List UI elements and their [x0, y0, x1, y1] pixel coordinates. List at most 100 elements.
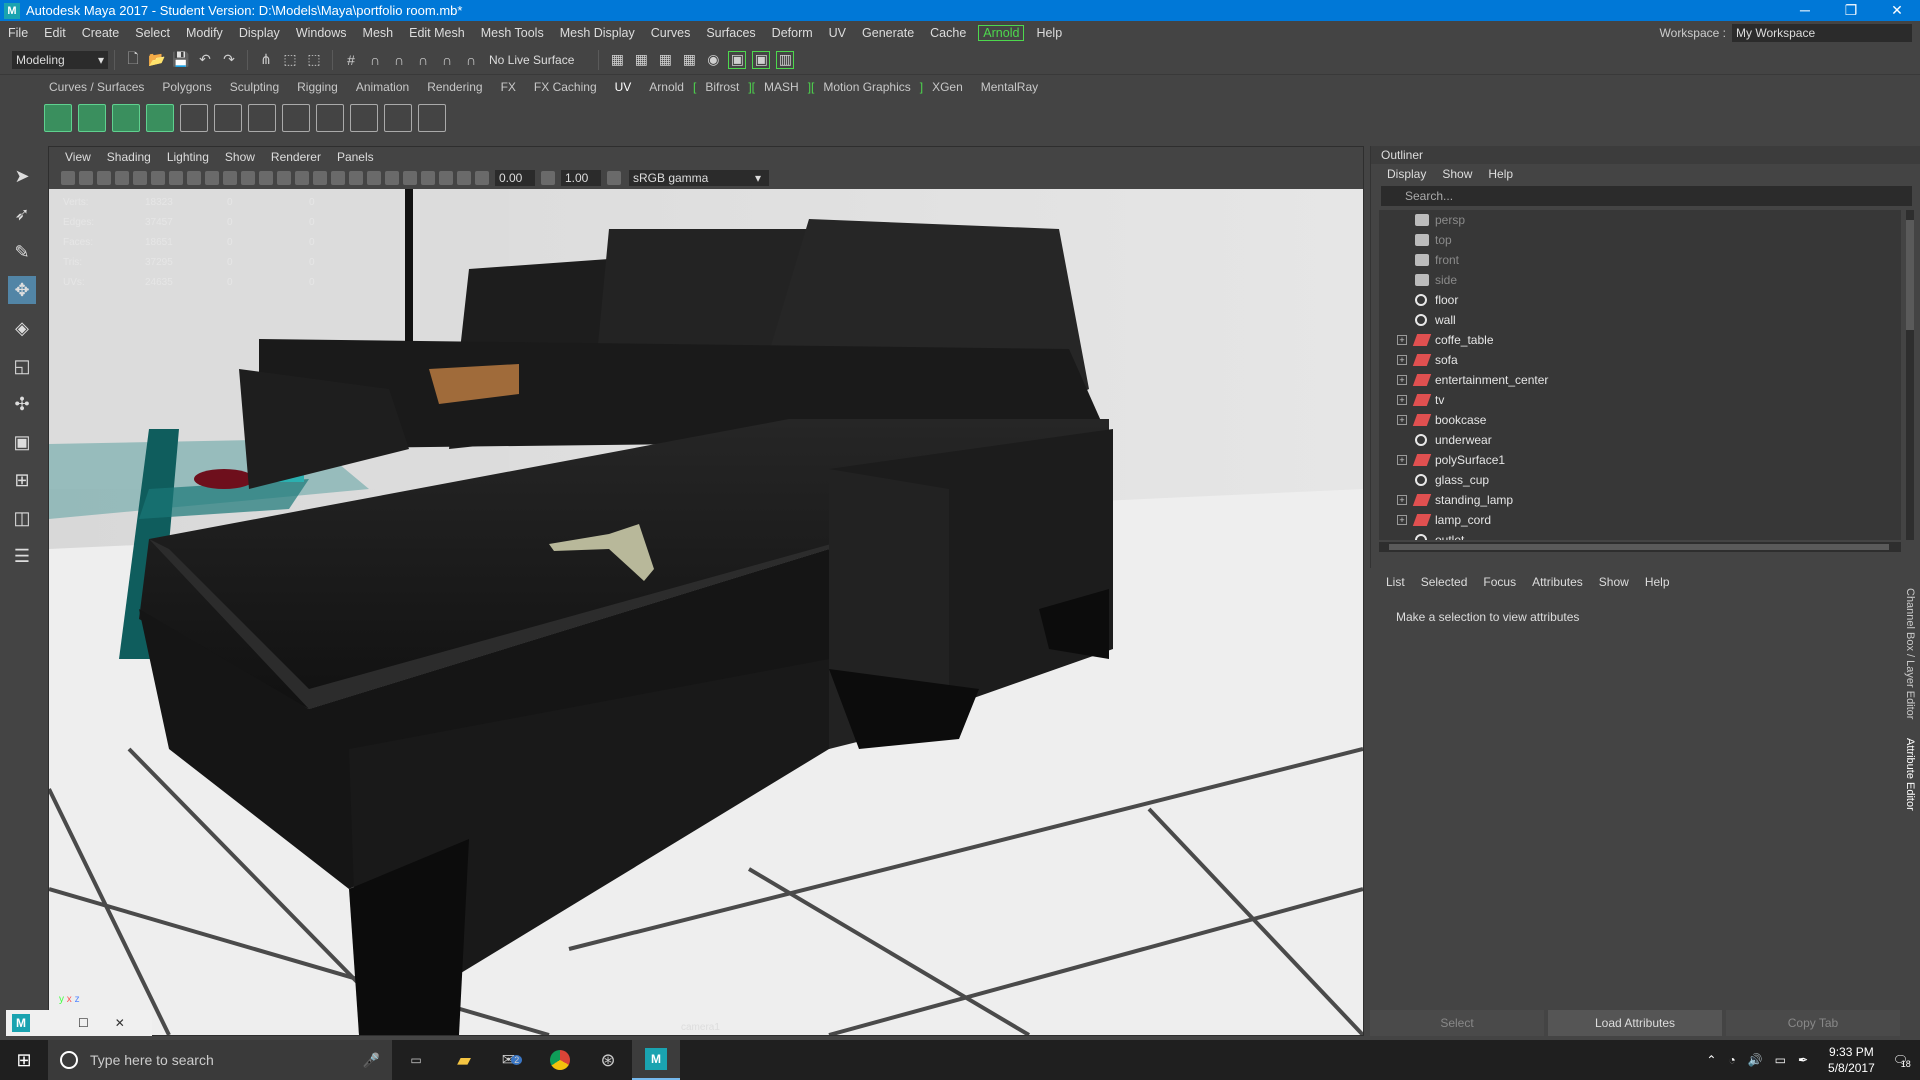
menu-mesh-display[interactable]: Mesh Display: [552, 26, 643, 40]
close-icon[interactable]: ✕: [115, 1016, 125, 1030]
shelf-tab-rigging[interactable]: Rigging: [288, 80, 347, 94]
hypershade-icon[interactable]: ◉: [704, 51, 722, 69]
menu-help[interactable]: Help: [1028, 26, 1070, 40]
grid-toggle-icon[interactable]: [151, 171, 165, 185]
xray-icon[interactable]: [385, 171, 399, 185]
shelf-tab-sculpting[interactable]: Sculpting: [221, 80, 288, 94]
attr-menu-selected[interactable]: Selected: [1413, 575, 1476, 589]
shelf-tab-fx-caching[interactable]: FX Caching: [525, 80, 606, 94]
restore-icon[interactable]: ☐: [78, 1016, 89, 1030]
menu-windows[interactable]: Windows: [288, 26, 355, 40]
camera-attributes-icon[interactable]: [79, 171, 93, 185]
menu-create[interactable]: Create: [74, 26, 128, 40]
outliner-item-bookcase[interactable]: + bookcase: [1379, 410, 1901, 430]
smooth-shade-icon[interactable]: [277, 171, 291, 185]
select-tool-icon[interactable]: ➤: [8, 162, 36, 190]
outliner-menu-help[interactable]: Help: [1480, 167, 1521, 181]
menu-display[interactable]: Display: [231, 26, 288, 40]
select-button[interactable]: Select: [1370, 1010, 1544, 1036]
outliner-item-entertainment_center[interactable]: + entertainment_center: [1379, 370, 1901, 390]
channel-box-tab[interactable]: Channel Box / Layer Editor: [1904, 588, 1916, 719]
viewport-menu-lighting[interactable]: Lighting: [159, 150, 217, 164]
layout-icon[interactable]: [316, 104, 344, 132]
outliner-menu-display[interactable]: Display: [1379, 167, 1434, 181]
shelf-tab-polygons[interactable]: Polygons: [153, 80, 220, 94]
outliner-item-persp[interactable]: persp: [1379, 210, 1901, 230]
paint-select-icon[interactable]: ✎: [8, 238, 36, 266]
move-tool-icon[interactable]: ✥: [8, 276, 36, 304]
menu-set-select[interactable]: Modeling ▾: [12, 50, 108, 69]
menu-cache[interactable]: Cache: [922, 26, 974, 40]
snap-curve-icon[interactable]: ∩: [366, 51, 384, 69]
scrollbar-thumb[interactable]: [1906, 220, 1914, 330]
shelf-tab-bifrost[interactable]: Bifrost: [696, 80, 748, 94]
ipr-render-icon[interactable]: ▦: [656, 51, 674, 69]
viewport-menu-panels[interactable]: Panels: [329, 150, 382, 164]
taskbar-search[interactable]: Type here to search 🎤: [48, 1040, 392, 1080]
snap-live-icon[interactable]: ∩: [462, 51, 480, 69]
action-center-icon[interactable]: 🗨 18: [1893, 1053, 1911, 1069]
render-current-icon[interactable]: ▦: [632, 51, 650, 69]
attr-menu-list[interactable]: List: [1378, 575, 1413, 589]
shelf-tab-rendering[interactable]: Rendering: [418, 80, 491, 94]
outliner-layout-icon[interactable]: ☰: [8, 542, 36, 570]
cylindrical-map-icon[interactable]: [112, 104, 140, 132]
motion-blur-icon[interactable]: [421, 171, 435, 185]
snap-grid-icon[interactable]: #: [342, 51, 360, 69]
shelf-tab-animation[interactable]: Animation: [347, 80, 418, 94]
live-surface-label[interactable]: No Live Surface: [489, 53, 574, 67]
color-management-icon[interactable]: [607, 171, 621, 185]
image-plane-icon[interactable]: [115, 171, 129, 185]
shelf-tab-fx[interactable]: FX: [492, 80, 525, 94]
outliner-item-outlet[interactable]: outlet: [1379, 530, 1901, 540]
planar-map-icon[interactable]: [78, 104, 106, 132]
select-hierarchy-icon[interactable]: ⋔: [257, 51, 275, 69]
menu-mesh[interactable]: Mesh: [355, 26, 402, 40]
wireframe-icon[interactable]: [259, 171, 273, 185]
outliner-item-wall[interactable]: wall: [1379, 310, 1901, 330]
redo-icon[interactable]: ↷: [220, 51, 238, 69]
spherical-map-icon[interactable]: [146, 104, 174, 132]
shelf-tab-xgen[interactable]: XGen: [923, 80, 972, 94]
lasso-tool-icon[interactable]: ➶: [8, 200, 36, 228]
battery-icon[interactable]: ▭: [1775, 1053, 1786, 1067]
expand-icon[interactable]: +: [1397, 355, 1407, 365]
lights-icon[interactable]: [331, 171, 345, 185]
tray-chevron-up-icon[interactable]: ⌃: [1706, 1053, 1716, 1067]
menu-mesh-tools[interactable]: Mesh Tools: [473, 26, 552, 40]
shelf-tab-motion-graphics[interactable]: Motion Graphics: [814, 80, 919, 94]
menu-edit[interactable]: Edit: [36, 26, 74, 40]
scrollbar-thumb[interactable]: [1389, 544, 1889, 550]
pen-icon[interactable]: ✒: [1798, 1053, 1808, 1067]
grease-pencil-icon[interactable]: [133, 171, 147, 185]
mail-icon[interactable]: ✉ 2: [488, 1040, 536, 1080]
clock[interactable]: 9:33 PM 5/8/2017: [1828, 1044, 1875, 1076]
menu-file[interactable]: File: [0, 26, 36, 40]
menu-modify[interactable]: Modify: [178, 26, 231, 40]
gate-mask-icon[interactable]: [205, 171, 219, 185]
outliner-item-front[interactable]: front: [1379, 250, 1901, 270]
gamma-field[interactable]: 1.00: [561, 170, 601, 186]
viewport-3d-scene[interactable]: Verts: 18323 0 0 Edges: 37457 0 0 Faces: 18651 0…: [49, 189, 1363, 1035]
save-scene-icon[interactable]: 💾: [172, 51, 190, 69]
outliner-item-floor[interactable]: floor: [1379, 290, 1901, 310]
outliner-vertical-scrollbar[interactable]: [1906, 210, 1914, 540]
menu-deform[interactable]: Deform: [764, 26, 821, 40]
safe-action-icon[interactable]: [241, 171, 255, 185]
shelf-tab-mash[interactable]: MASH: [755, 80, 808, 94]
menu-generate[interactable]: Generate: [854, 26, 922, 40]
expand-icon[interactable]: +: [1397, 515, 1407, 525]
outliner-search-input[interactable]: Search...: [1381, 186, 1912, 206]
menu-arnold[interactable]: Arnold: [978, 25, 1025, 41]
scale-tool-icon[interactable]: ◱: [8, 352, 36, 380]
menu-edit-mesh[interactable]: Edit Mesh: [401, 26, 473, 40]
render-settings-icon[interactable]: ▦: [680, 51, 698, 69]
viewport-menu-show[interactable]: Show: [217, 150, 263, 164]
outliner-item-lamp_cord[interactable]: + lamp_cord: [1379, 510, 1901, 530]
outliner-item-side[interactable]: side: [1379, 270, 1901, 290]
shelf-tab-curves-surfaces[interactable]: Curves / Surfaces: [40, 80, 153, 94]
minimize-button[interactable]: ─: [1782, 0, 1828, 21]
chrome-icon[interactable]: [536, 1040, 584, 1080]
undo-icon[interactable]: ↶: [196, 51, 214, 69]
sew-uv-icon[interactable]: [248, 104, 276, 132]
